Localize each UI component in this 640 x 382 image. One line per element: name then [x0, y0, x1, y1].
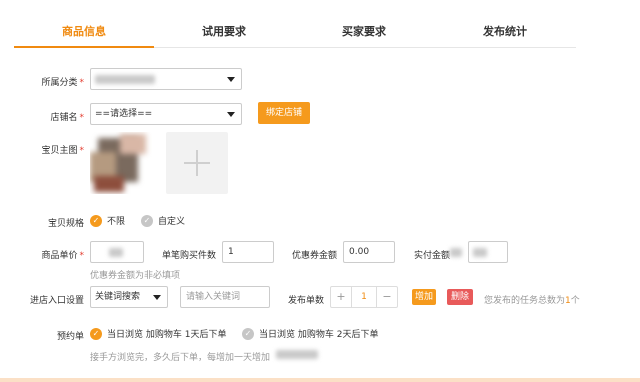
- task-total-prefix: 您发布的任务总数为: [484, 296, 566, 306]
- blurred-value: [450, 248, 462, 257]
- tab-publish-stats[interactable]: 发布统计: [434, 20, 576, 48]
- spec-option-unlimited[interactable]: ✓ 不限: [90, 214, 125, 227]
- spec-label: 宝贝规格: [47, 219, 84, 229]
- entry-label: 进店入口设置: [29, 296, 84, 306]
- spec-option-label: 自定义: [158, 217, 186, 227]
- coupon-input[interactable]: 0.00: [343, 241, 395, 263]
- keyword-input[interactable]: 请输入关键词: [180, 286, 270, 308]
- coupon-hint: 优惠券金额为非必填项: [90, 271, 181, 281]
- blurred-value: [473, 248, 487, 257]
- preorder-hint: 接手方浏览完，多久后下单，每增加一天增加: [90, 353, 271, 363]
- bind-shop-button[interactable]: 绑定店铺: [258, 102, 310, 124]
- category-label: 所属分类 *: [10, 75, 84, 88]
- decrement-button[interactable]: −: [377, 287, 397, 307]
- coupon-label: 优惠券金额: [292, 251, 338, 261]
- category-label-text: 所属分类: [41, 78, 78, 88]
- main-image-label-text: 宝贝主图: [41, 146, 78, 156]
- actual-paid-label: 实付金额: [414, 251, 451, 261]
- preorder-option-label: 当日浏览 加购物车 2天后下单: [259, 330, 379, 340]
- spec-option-label: 不限: [107, 217, 126, 227]
- bottom-divider: [0, 378, 640, 382]
- check-icon: ✓: [90, 214, 102, 227]
- preorder-option-label: 当日浏览 加购物车 1天后下单: [107, 330, 227, 340]
- main-image-label: 宝贝主图 *: [10, 143, 84, 156]
- tab-product-info[interactable]: 商品信息: [14, 20, 154, 48]
- shop-label: 店铺名 *: [10, 110, 84, 123]
- shop-label-text: 店铺名: [50, 113, 78, 123]
- blurred-value: [95, 75, 155, 84]
- price-label: 商品单价 *: [10, 248, 84, 261]
- spec-option-custom[interactable]: ✓ 自定义: [141, 214, 185, 227]
- blurred-value: [276, 350, 318, 359]
- preorder-option-2day[interactable]: ✓ 当日浏览 加购物车 2天后下单: [242, 327, 378, 340]
- qty-label: 单笔购买件数: [162, 251, 217, 261]
- actual-paid-input[interactable]: [468, 241, 508, 263]
- blurred-value: [109, 248, 123, 257]
- chevron-down-icon: [227, 77, 235, 82]
- chevron-down-icon: [227, 112, 235, 117]
- required-mark: *: [79, 78, 85, 88]
- qty-input[interactable]: 1: [222, 241, 274, 263]
- category-select[interactable]: [90, 68, 242, 90]
- shop-select[interactable]: ==请选择==: [90, 103, 242, 125]
- check-icon: ✓: [242, 327, 254, 340]
- tab-buyer-requirements[interactable]: 买家要求: [294, 20, 434, 48]
- required-mark: *: [79, 251, 85, 261]
- task-total-suffix: 个: [570, 296, 580, 306]
- add-button[interactable]: 增加: [412, 289, 436, 305]
- entry-mode-select[interactable]: 关键词搜索: [90, 286, 168, 308]
- upload-image-button[interactable]: [166, 132, 228, 194]
- check-icon: ✓: [141, 214, 153, 227]
- entry-mode-value: 关键词搜索: [95, 292, 141, 302]
- price-label-text: 商品单价: [41, 251, 78, 261]
- required-mark: *: [79, 146, 85, 156]
- plus-icon-stem: [196, 150, 198, 176]
- main-image-thumbnail[interactable]: [90, 132, 152, 194]
- preorder-option-1day[interactable]: ✓ 当日浏览 加购物车 1天后下单: [90, 327, 226, 340]
- task-total-text: 您发布的任务总数为1个: [484, 293, 580, 306]
- delete-button[interactable]: 删除: [447, 289, 473, 305]
- tab-bar: 商品信息 试用要求 买家要求 发布统计: [14, 20, 576, 48]
- count-label: 发布单数: [288, 296, 325, 306]
- required-mark: *: [79, 113, 85, 123]
- check-icon: ✓: [90, 327, 102, 340]
- tab-trial-requirements[interactable]: 试用要求: [154, 20, 294, 48]
- shop-select-value: ==请选择==: [95, 109, 153, 119]
- preorder-label: 预约单: [56, 332, 84, 342]
- order-count-stepper: + 1 −: [330, 286, 398, 308]
- unit-price-input[interactable]: [90, 241, 144, 263]
- chevron-down-icon: [153, 295, 161, 300]
- increment-button[interactable]: +: [331, 287, 351, 307]
- order-count-value[interactable]: 1: [351, 287, 377, 307]
